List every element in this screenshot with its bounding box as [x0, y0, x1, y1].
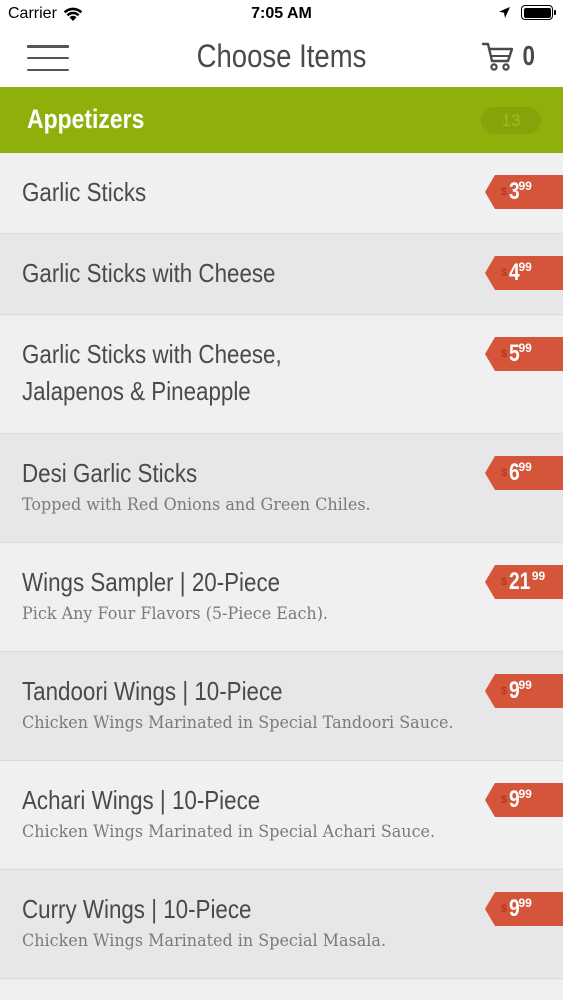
list-item[interactable]: Curry Wings | 10-Piece Chicken Wings Mar…	[0, 870, 563, 979]
item-name: Achari Wings | 10-Piece	[22, 785, 261, 815]
item-name: Tandoori Wings | 10-Piece	[22, 676, 283, 706]
item-name-line-2: Jalapenos & Pineapple	[22, 376, 251, 406]
item-description: Pick Any Four Flavors (5-Piece Each).	[22, 604, 329, 624]
item-description: Chicken Wings Marinated in Special Achar…	[22, 822, 436, 842]
price-tag: $ 21 99	[485, 565, 563, 599]
status-time: 7:05 AM	[251, 5, 312, 22]
item-description: Chicken Wings Marinated in Special Masal…	[22, 931, 387, 951]
status-right	[498, 5, 556, 20]
item-name: Garlic Sticks with Cheese,	[22, 339, 282, 369]
item-name: Garlic Sticks with Cheese	[22, 258, 276, 288]
price-tag: $ 3 99	[485, 175, 563, 209]
nav-bar: Choose Items 0	[0, 28, 563, 87]
item-name: Curry Wings | 10-Piece	[22, 894, 252, 924]
item-name: Wings Sampler | 20-Piece	[22, 567, 281, 597]
list-item[interactable]: Garlic Sticks with Cheese, Jalapenos & P…	[0, 315, 563, 434]
item-name: Garlic Sticks	[22, 177, 147, 207]
cart-button[interactable]: 0	[481, 40, 537, 72]
price-tag: $ 9 99	[485, 674, 563, 708]
list-item[interactable]: Garlic Sticks with Cheese $ 4 99	[0, 234, 563, 315]
list-item[interactable]: Tandoori Wings | 10-Piece Chicken Wings …	[0, 652, 563, 761]
item-list: Garlic Sticks $ 3 99 Garlic Sticks with …	[0, 153, 563, 979]
battery-level	[523, 7, 551, 18]
list-item[interactable]: Wings Sampler | 20-Piece Pick Any Four F…	[0, 543, 563, 652]
category-count-badge: 13	[481, 107, 541, 134]
price-tag: $ 6 99	[485, 456, 563, 490]
list-item[interactable]: Desi Garlic Sticks Topped with Red Onion…	[0, 434, 563, 543]
page-title: Choose Items	[196, 38, 367, 74]
price-tag: $ 5 99	[485, 337, 563, 371]
price-tag: $ 9 99	[485, 783, 563, 817]
list-item[interactable]: Garlic Sticks $ 3 99	[0, 153, 563, 234]
item-description: Topped with Red Onions and Green Chiles.	[22, 495, 371, 515]
status-bar: Carrier 7:05 AM	[0, 0, 563, 28]
cart-count: 0	[522, 40, 536, 71]
item-description: Chicken Wings Marinated in Special Tando…	[22, 713, 454, 733]
cart-icon	[482, 42, 514, 71]
battery-icon	[521, 5, 556, 20]
location-arrow-icon	[499, 7, 510, 18]
price-tag: $ 4 99	[485, 256, 563, 290]
category-header[interactable]: Appetizers 13	[0, 87, 563, 153]
price-tag: $ 9 99	[485, 892, 563, 926]
list-item[interactable]: Achari Wings | 10-Piece Chicken Wings Ma…	[0, 761, 563, 870]
item-name: Desi Garlic Sticks	[22, 458, 198, 488]
category-title: Appetizers	[27, 104, 145, 134]
